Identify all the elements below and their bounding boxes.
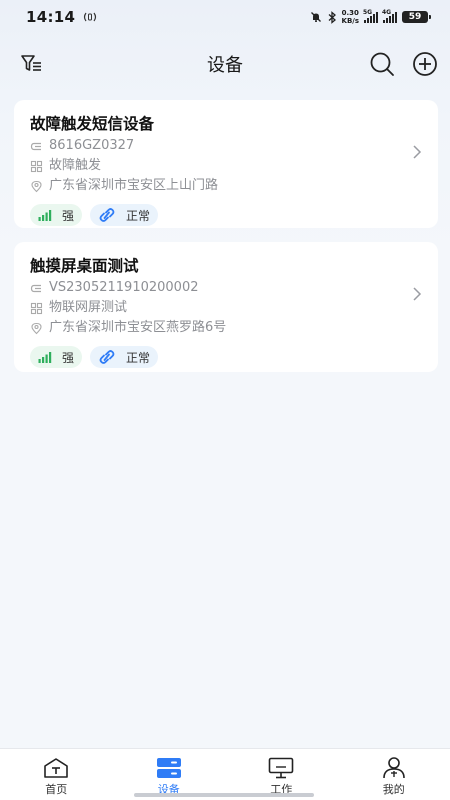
- status-label: 正常: [126, 350, 151, 365]
- search-icon: [370, 52, 394, 76]
- mute-bell-icon: [310, 12, 321, 22]
- signal-strength-icon: [38, 351, 52, 363]
- device-card[interactable]: 故障触发短信设备 8616GZ0327 故障触发 广东省深圳市宝安区上山门路 强…: [14, 100, 438, 228]
- device-group-row: 物联网屏测试: [30, 298, 422, 318]
- app-header: 设备: [0, 44, 450, 84]
- nav-item-home[interactable]: 首页: [0, 749, 113, 800]
- group-icon: [30, 302, 43, 314]
- device-tags: 强 正常: [30, 346, 422, 368]
- device-address: 广东省深圳市宝安区燕罗路6号: [49, 320, 227, 335]
- signal-badge: 强: [30, 346, 83, 368]
- group-icon: [30, 160, 43, 172]
- device-address-row: 广东省深圳市宝安区燕罗路6号: [30, 318, 422, 338]
- add-icon: [413, 52, 437, 76]
- status-left: 14:14: [26, 8, 97, 26]
- chevron-right-icon[interactable]: [412, 286, 422, 302]
- link-icon: [99, 350, 115, 364]
- status-time: 14:14: [26, 8, 76, 26]
- status-right: 0.30 KB/s 5G 4G 59: [310, 8, 431, 25]
- battery-level: 59: [408, 12, 422, 22]
- status-bar: 14:14 0.30 KB/s 5G 4G 59: [0, 0, 450, 34]
- device-group: 物联网屏测试: [49, 300, 128, 315]
- chevron-right-icon[interactable]: [412, 144, 422, 160]
- signal-label: 强: [62, 208, 75, 223]
- serial-icon: [30, 142, 41, 150]
- signal-4g-tag: 4G: [382, 8, 392, 16]
- filter-button[interactable]: [18, 50, 46, 78]
- device-tags: 强 正常: [30, 204, 422, 226]
- net-speed-value: 0.30: [341, 9, 359, 17]
- device-card[interactable]: 触摸屏桌面测试 VS2305211910200002 物联网屏测试 广东省深圳市…: [14, 242, 438, 372]
- nfc-icon: [84, 12, 97, 22]
- device-serial-row: 8616GZ0327: [30, 136, 422, 156]
- signal-5g-tag: 5G: [363, 8, 373, 16]
- location-icon: [31, 322, 42, 334]
- signal-5g-icon: 5G: [363, 8, 378, 23]
- nav-label-profile: 我的: [382, 783, 405, 796]
- net-speed: 0.30 KB/s: [342, 9, 359, 25]
- profile-icon: [382, 757, 405, 779]
- device-name: 故障触发短信设备: [30, 115, 155, 133]
- home-indicator: [134, 793, 314, 797]
- device-serial: VS2305211910200002: [49, 280, 199, 295]
- device-serial-row: VS2305211910200002: [30, 278, 422, 298]
- link-icon: [99, 208, 115, 222]
- bluetooth-icon: [328, 10, 336, 24]
- device-address: 广东省深圳市宝安区上山门路: [49, 178, 219, 193]
- nav-label-home: 首页: [45, 783, 68, 796]
- battery-icon: 59: [402, 11, 431, 23]
- status-badge: 正常: [90, 204, 159, 226]
- monitor-icon: [268, 757, 294, 779]
- device-address-row: 广东省深圳市宝安区上山门路: [30, 176, 422, 196]
- signal-badge: 强: [30, 204, 83, 226]
- device-name: 触摸屏桌面测试: [30, 257, 139, 275]
- filter-icon: [21, 55, 41, 71]
- search-button[interactable]: [368, 50, 396, 78]
- status-badge: 正常: [90, 346, 159, 368]
- home-icon: [44, 758, 69, 778]
- device-list-screen: 14:14 0.30 KB/s 5G 4G 59 设备 故障触发短信设备 861…: [0, 0, 450, 800]
- device-serial: 8616GZ0327: [49, 138, 135, 153]
- nav-item-profile[interactable]: 我的: [338, 749, 450, 800]
- serial-icon: [30, 284, 41, 292]
- page-title: 设备: [207, 55, 243, 76]
- net-speed-unit: KB/s: [341, 17, 359, 25]
- signal-label: 强: [62, 350, 75, 365]
- device-group-row: 故障触发: [30, 156, 422, 176]
- status-label: 正常: [126, 208, 151, 223]
- signal-4g-icon: 4G: [382, 8, 397, 23]
- device-group: 故障触发: [49, 158, 102, 173]
- location-icon: [31, 180, 42, 192]
- signal-strength-icon: [38, 209, 52, 221]
- device-icon: [156, 758, 181, 778]
- add-device-button[interactable]: [411, 50, 439, 78]
